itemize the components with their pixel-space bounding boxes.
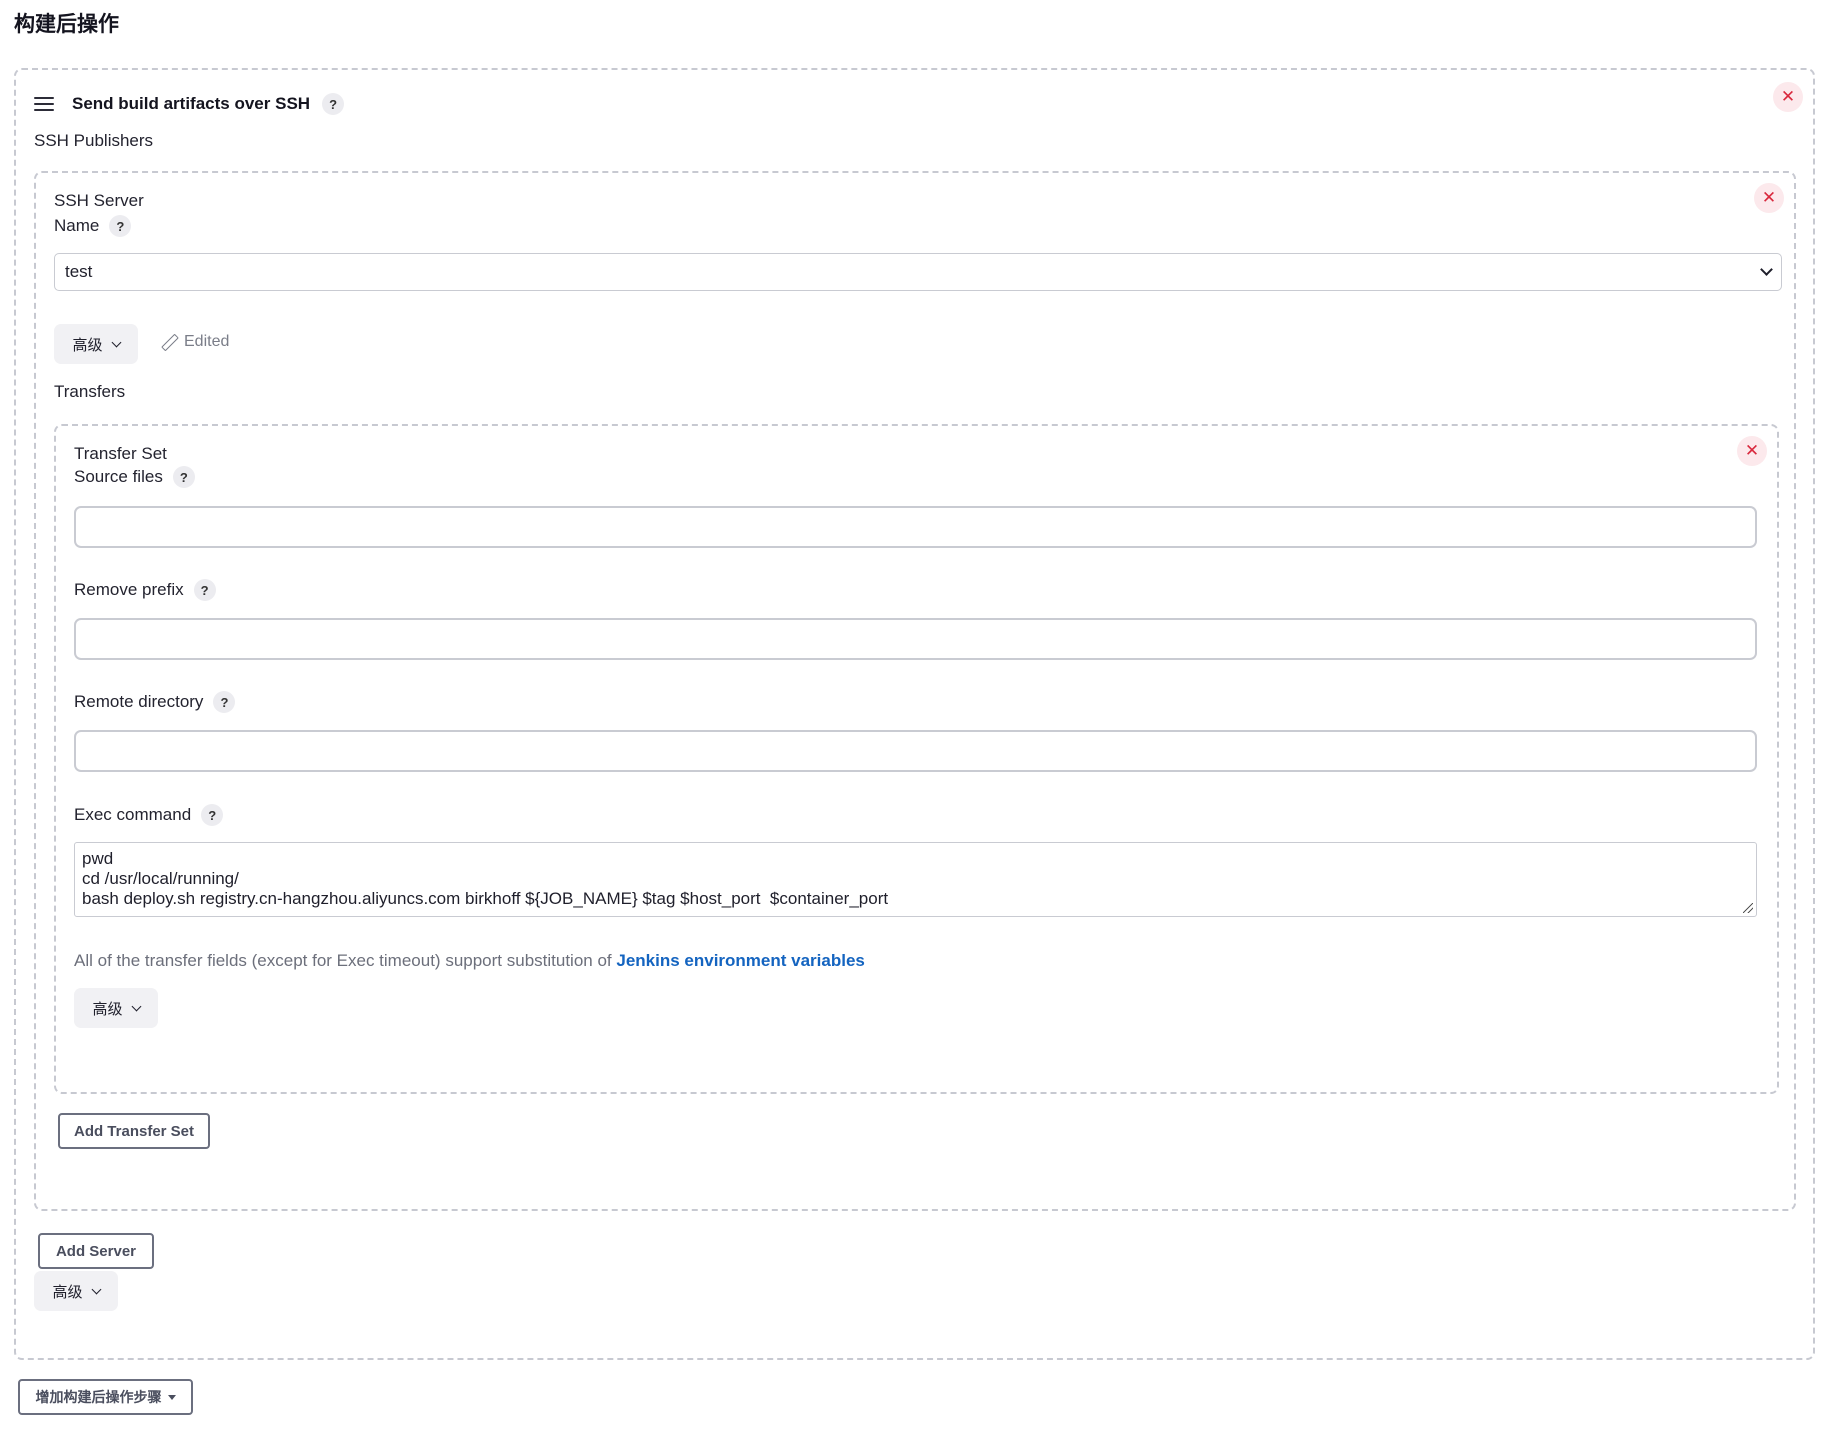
ssh-server-heading: SSH Server xyxy=(54,191,144,210)
advanced-label: 高级 xyxy=(72,336,103,354)
close-icon: ✕ xyxy=(1761,188,1777,207)
remove-prefix-label: Remove prefix xyxy=(74,580,184,599)
chevron-down-icon xyxy=(111,337,121,347)
help-icon[interactable]: ? xyxy=(193,579,216,601)
publisher-advanced-button[interactable]: 高级 xyxy=(34,1271,118,1311)
publisher-panel: Send build artifacts over SSH ? ✕ SSH Pu… xyxy=(14,68,1815,1360)
exec-command-label: Exec command xyxy=(74,805,192,824)
transfers-label: Transfers xyxy=(54,382,126,401)
advanced-label: 高级 xyxy=(52,1283,83,1301)
help-icon[interactable]: ? xyxy=(109,215,132,237)
publisher-title: Send build artifacts over SSH xyxy=(72,94,311,113)
transfer-advanced-button[interactable]: 高级 xyxy=(74,988,158,1028)
section-title: 构建后操作 xyxy=(14,13,119,36)
exec-command-line: cd /usr/local/running/ xyxy=(82,869,239,888)
publisher-subtitle: SSH Publishers xyxy=(34,131,154,150)
chevron-down-icon xyxy=(91,1284,101,1294)
remove-publisher-button[interactable]: ✕ xyxy=(1773,82,1803,112)
help-icon[interactable]: ? xyxy=(213,691,236,713)
chevron-down-icon xyxy=(131,1001,141,1011)
server-name-value: test xyxy=(65,262,93,281)
add-post-build-step-label: 增加构建后操作步骤 xyxy=(35,1389,162,1405)
edited-indicator: Edited xyxy=(162,333,229,351)
server-name-select[interactable]: test xyxy=(54,253,1782,291)
source-files-input[interactable] xyxy=(74,506,1757,548)
remove-server-button[interactable]: ✕ xyxy=(1754,183,1784,213)
advanced-label: 高级 xyxy=(92,1000,123,1018)
close-icon: ✕ xyxy=(1780,87,1796,106)
exec-command-line: bash deploy.sh registry.cn-hangzhou.aliy… xyxy=(82,889,889,908)
hint-text: All of the transfer fields (except for E… xyxy=(74,951,617,970)
drag-handle-icon[interactable] xyxy=(34,97,54,111)
close-icon: ✕ xyxy=(1744,441,1760,460)
source-files-label: Source files xyxy=(74,467,163,486)
chevron-down-icon xyxy=(1760,263,1773,276)
server-advanced-button[interactable]: 高级 xyxy=(54,324,138,364)
remove-transfer-set-button[interactable]: ✕ xyxy=(1737,436,1767,466)
remove-prefix-input[interactable] xyxy=(74,618,1757,660)
edited-label: Edited xyxy=(184,333,230,350)
transfer-set-heading: Transfer Set xyxy=(74,444,167,463)
help-icon[interactable]: ? xyxy=(172,466,195,488)
env-vars-hint: All of the transfer fields (except for E… xyxy=(74,951,865,971)
exec-command-line: pwd xyxy=(82,849,114,868)
exec-command-textarea[interactable]: pwd cd /usr/local/running/ bash deploy.s… xyxy=(74,842,1757,917)
help-icon[interactable]: ? xyxy=(201,804,224,826)
add-server-button[interactable]: Add Server xyxy=(38,1233,154,1269)
remote-directory-input[interactable] xyxy=(74,730,1757,772)
transfer-set-panel: Transfer Set Source files ? ✕ Remove pre… xyxy=(54,424,1779,1094)
pencil-icon xyxy=(162,335,176,349)
jenkins-env-vars-link[interactable]: Jenkins environment variables xyxy=(616,951,865,970)
add-post-build-step-button[interactable]: 增加构建后操作步骤 xyxy=(18,1379,193,1415)
remote-directory-label: Remote directory xyxy=(74,692,204,711)
ssh-server-panel: SSH Server Name ? ✕ test 高级 Edited Trans… xyxy=(34,171,1796,1211)
add-transfer-set-button[interactable]: Add Transfer Set xyxy=(58,1113,210,1149)
resize-handle-icon[interactable] xyxy=(1743,903,1753,913)
help-icon[interactable]: ? xyxy=(322,93,345,115)
name-label: Name xyxy=(54,216,100,235)
caret-down-icon xyxy=(167,1394,176,1400)
